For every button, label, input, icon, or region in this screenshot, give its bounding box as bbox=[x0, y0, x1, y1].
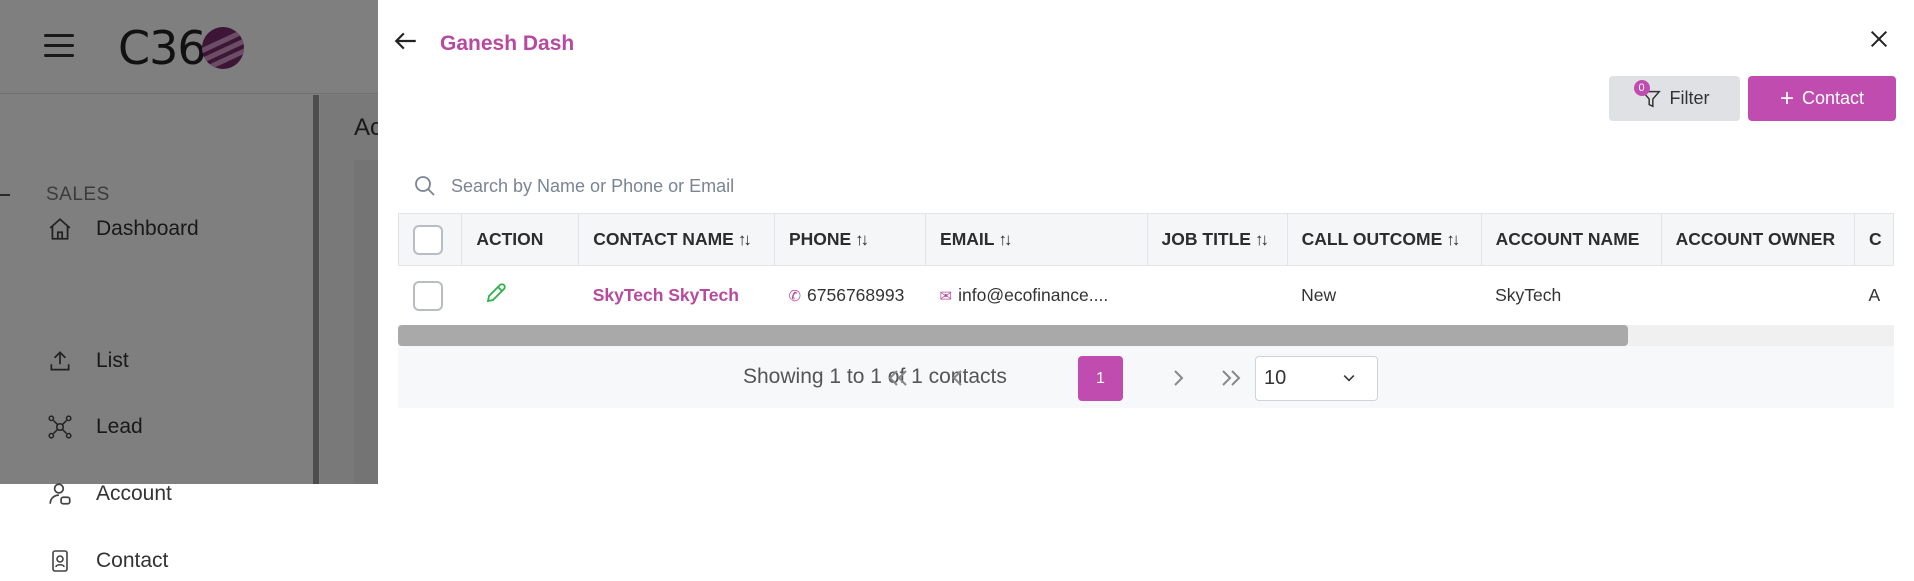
select-all-header bbox=[398, 213, 463, 266]
contacts-table: ACTION CONTACT NAME ↑↓ PHONE ↑↓ EMAIL ↑↓ JO… bbox=[398, 213, 1894, 326]
page-number-button[interactable]: 1 bbox=[1078, 356, 1123, 401]
column-header-account-name: ACCOUNT NAME bbox=[1480, 213, 1662, 266]
column-header-email[interactable]: EMAIL ↑↓ bbox=[925, 213, 1148, 266]
search-icon bbox=[413, 174, 437, 198]
email-cell: ✉ info@ecofinance.... bbox=[925, 265, 1148, 326]
sidebar-item-label: Contact bbox=[96, 549, 169, 572]
next-page-icon[interactable] bbox=[1160, 360, 1196, 396]
column-header-contact-name[interactable]: CONTACT NAME ↑↓ bbox=[578, 213, 775, 266]
sidebar-item-contact[interactable]: Contact bbox=[46, 541, 168, 581]
add-contact-label: Contact bbox=[1801, 88, 1865, 108]
page-size-select[interactable]: 10 bbox=[1255, 356, 1378, 401]
plus-icon: + bbox=[1779, 84, 1794, 112]
row-checkbox[interactable] bbox=[412, 280, 443, 311]
add-contact-button[interactable]: + Contact bbox=[1748, 76, 1896, 121]
sort-icon[interactable]: ↑↓ bbox=[855, 230, 869, 249]
sort-icon[interactable]: ↑↓ bbox=[738, 230, 752, 249]
contacts-drawer: Ganesh Dash 0 Filter + Contact Search by… bbox=[378, 0, 1914, 484]
column-header-account-owner: ACCOUNT OWNER bbox=[1660, 213, 1855, 266]
funnel-icon: 0 bbox=[1633, 79, 1662, 110]
filter-label: Filter bbox=[1669, 88, 1710, 108]
email-value[interactable]: info@ecofinance.... bbox=[958, 285, 1108, 305]
table-horizontal-scrollbar[interactable] bbox=[398, 325, 1894, 346]
first-page-icon[interactable] bbox=[880, 360, 916, 396]
search-input[interactable] bbox=[451, 175, 891, 197]
phone-cell: ✆ 6756768993 bbox=[774, 265, 926, 326]
user-account-icon bbox=[46, 480, 74, 508]
last-page-icon[interactable] bbox=[1213, 360, 1249, 396]
account-name-cell: SkyTech bbox=[1481, 265, 1662, 326]
account-owner-cell bbox=[1661, 265, 1855, 326]
select-all-checkbox[interactable] bbox=[413, 224, 443, 255]
row-select-cell bbox=[398, 265, 462, 326]
column-header-call-outcome[interactable]: CALL OUTCOME ↑↓ bbox=[1286, 213, 1482, 266]
edit-pencil-icon[interactable] bbox=[484, 281, 508, 310]
chevron-down-icon bbox=[1341, 369, 1357, 392]
contact-name-link[interactable]: SkyTech SkyTech bbox=[593, 285, 739, 305]
sort-icon[interactable]: ↑↓ bbox=[998, 230, 1012, 249]
next-column-cell: A bbox=[1854, 265, 1894, 326]
table-header-row: ACTION CONTACT NAME ↑↓ PHONE ↑↓ EMAIL ↑↓ JO… bbox=[398, 213, 1894, 266]
column-header-job-title[interactable]: JOB TITLE ↑↓ bbox=[1146, 213, 1288, 266]
phone-value[interactable]: 6756768993 bbox=[807, 285, 904, 305]
column-header-next: C bbox=[1853, 213, 1894, 266]
sidebar-item-label: Account bbox=[96, 482, 172, 505]
search-bar bbox=[413, 168, 913, 204]
action-cell bbox=[461, 265, 579, 326]
envelope-icon: ✉ bbox=[939, 288, 953, 305]
page-size-value: 10 bbox=[1264, 367, 1287, 389]
filter-count-badge: 0 bbox=[1633, 79, 1650, 96]
sort-icon[interactable]: ↑↓ bbox=[1446, 230, 1460, 249]
call-outcome-cell: New bbox=[1287, 265, 1482, 326]
column-header-action: ACTION bbox=[461, 213, 580, 266]
back-arrow-icon[interactable] bbox=[393, 28, 423, 58]
pagination-bar: Showing 1 to 1 of 1 contacts 1 10 bbox=[398, 346, 1894, 408]
previous-page-icon[interactable] bbox=[940, 360, 976, 396]
contact-name-cell: SkyTech SkyTech bbox=[578, 265, 775, 326]
table-row[interactable]: SkyTech SkyTech ✆ 6756768993 ✉ info@ecofin… bbox=[398, 265, 1894, 326]
close-icon[interactable] bbox=[1868, 28, 1898, 58]
contact-card-icon bbox=[46, 547, 74, 575]
filter-button[interactable]: 0 Filter bbox=[1609, 76, 1740, 121]
phone-icon: ✆ bbox=[788, 288, 802, 305]
column-header-phone[interactable]: PHONE ↑↓ bbox=[773, 213, 927, 266]
scrollbar-thumb[interactable] bbox=[398, 325, 1628, 346]
job-title-cell bbox=[1147, 265, 1288, 326]
drawer-title: Ganesh Dash bbox=[440, 32, 575, 55]
sort-icon[interactable]: ↑↓ bbox=[1255, 230, 1269, 249]
